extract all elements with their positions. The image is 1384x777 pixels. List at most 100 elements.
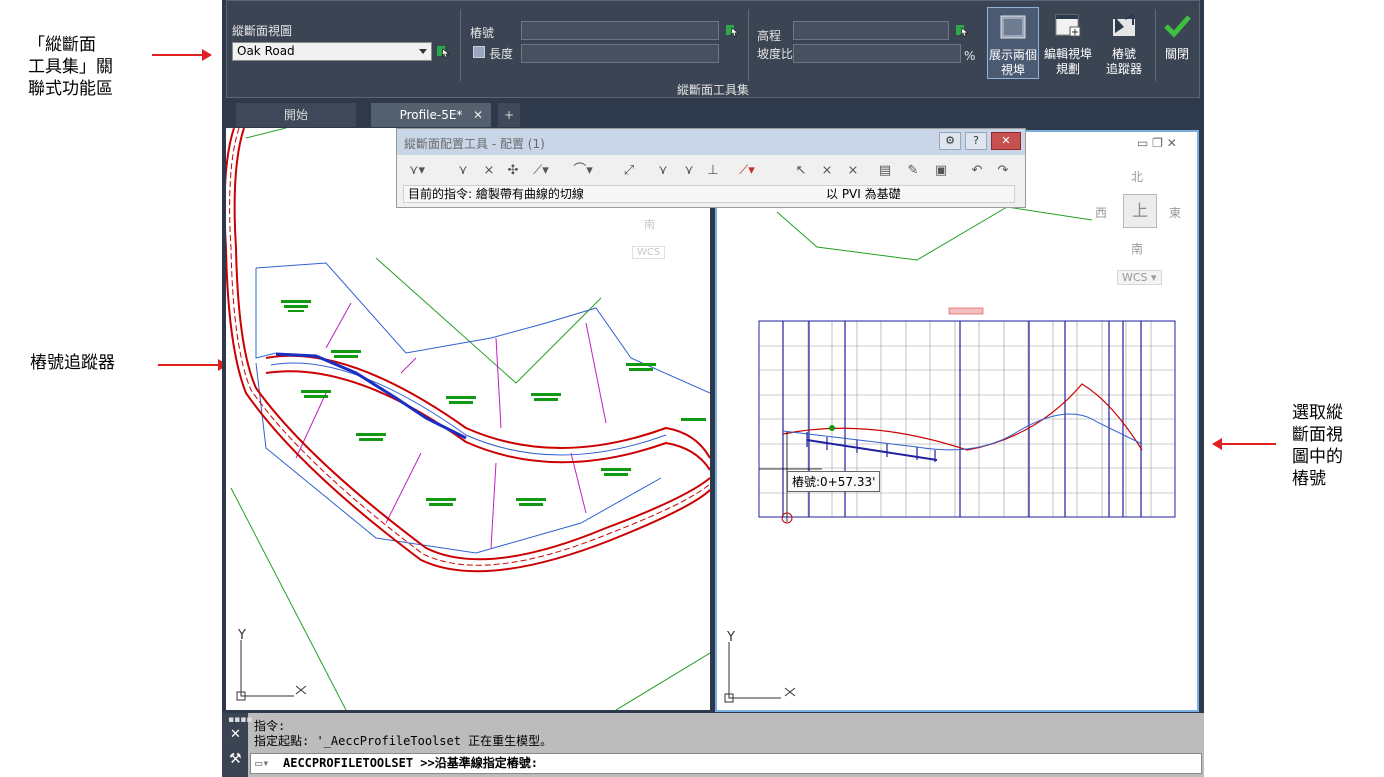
undo-icon[interactable]: ↶	[967, 163, 987, 179]
break-apart-icon[interactable]: ⨯	[843, 163, 863, 179]
current-command-text: 目前的指令: 繪製帶有曲線的切線	[408, 187, 584, 201]
grade-field[interactable]	[793, 44, 961, 63]
station-tracker-icon	[1113, 13, 1135, 36]
pick-profile-view-icon[interactable]	[436, 44, 450, 58]
viewcube-east[interactable]: 東	[1169, 204, 1181, 221]
pick-station-icon[interactable]	[725, 23, 739, 37]
profile-view-label: 縱斷面視圖	[232, 24, 293, 38]
layout-tools-status: 目前的指令: 繪製帶有曲線的切線 以 PVI 為基礎	[403, 185, 1015, 203]
station-tracker-button[interactable]: 樁號 追蹤器	[1098, 7, 1150, 79]
close-command-line-icon[interactable]: ✕	[230, 727, 241, 742]
chevron-down-icon	[419, 49, 427, 54]
grade-label: 坡度比	[757, 47, 794, 61]
edit-viewport-icon	[1055, 14, 1081, 37]
command-prompt-text: AECCPROFILETOOLSET >>沿基準線指定樁號:	[283, 756, 538, 770]
edit-viewport-button[interactable]: 編輯視埠 規劃	[1042, 7, 1094, 79]
close-toolset-button[interactable]: 關閉	[1155, 7, 1199, 79]
select-pvi-icon[interactable]: ↖	[791, 163, 811, 179]
insert-pvi-icon[interactable]: ⋎	[453, 163, 473, 179]
profile-layout-parameters-icon[interactable]: ▣	[931, 163, 951, 179]
profile-grid-view-icon[interactable]: ▤	[875, 163, 895, 179]
station-tracker-callout: 樁號追蹤器	[30, 353, 115, 373]
station-field[interactable]	[521, 21, 719, 40]
layout-tools-settings-icon[interactable]: ⚙	[939, 132, 961, 150]
viewport-controls: ▭ ❐ ✕	[1137, 136, 1177, 150]
raise-lower-pvis-icon[interactable]: ⊥	[703, 163, 723, 179]
tab-start[interactable]: 開始	[236, 103, 356, 127]
minimize-viewport-icon[interactable]: ▭	[1137, 136, 1148, 150]
help-icon[interactable]: ?	[965, 132, 987, 150]
plan-wcs-text: WCS	[637, 247, 661, 258]
plan-viewport[interactable]: Y 南 WCS	[226, 128, 710, 710]
viewcube-top-face[interactable]: 上	[1123, 194, 1157, 228]
edit-viewport-label: 編輯視埠 規劃	[1043, 47, 1092, 76]
wcs-menu[interactable]: WCS ▾	[1117, 270, 1162, 285]
profile-view-dropdown[interactable]: Oak Road	[232, 42, 432, 61]
station-tracker-callout-arrow	[158, 359, 228, 371]
file-tab-bar: 開始 Profile-5E* ✕ +	[222, 103, 1204, 127]
viewcube-west[interactable]: 西	[1095, 204, 1107, 221]
ribbon-callout-arrow	[152, 49, 212, 61]
tab-profile-5e[interactable]: Profile-5E* ✕	[371, 103, 491, 127]
pvi-grid-view-icon[interactable]: ✎	[903, 163, 923, 179]
profile-viewport[interactable]: Y 北 西 上 東 南 WCS ▾ ▭ ❐ ✕	[715, 130, 1199, 712]
elevation-field[interactable]	[793, 21, 949, 40]
pick-elevation-icon[interactable]	[955, 23, 969, 37]
plan-ucs-y-label: Y	[237, 628, 246, 643]
move-pvi-icon[interactable]: ✣	[503, 163, 523, 179]
viewcube-south[interactable]: 南	[1131, 240, 1143, 257]
profile-toolset-ribbon: 縱斷面視圖 Oak Road 樁號 長度 高程 坡度比 % 展示兩個 視埠 編輯…	[226, 0, 1200, 98]
elevation-label: 高程	[757, 29, 782, 43]
command-history-line: 指定起點: '_AeccProfileToolset 正在重生模型。	[254, 734, 553, 748]
station-tracker-label: 樁號 追蹤器	[1105, 47, 1142, 76]
show-two-viewports-button[interactable]: 展示兩個 視埠	[987, 7, 1039, 79]
close-viewport-icon[interactable]: ✕	[1167, 136, 1177, 150]
autocad-window: 縱斷面視圖 Oak Road 樁號 長度 高程 坡度比 % 展示兩個 視埠 編輯…	[222, 0, 1204, 777]
command-history-line: 指令:	[254, 719, 286, 733]
layout-tools-titlebar[interactable]: 縱斷面配置工具 - 配置 (1) ⚙ ? ✕	[397, 129, 1025, 155]
ribbon-separator	[748, 9, 749, 81]
command-input[interactable]: ▭▾ AECCPROFILETOOLSET >>沿基準線指定樁號:	[250, 753, 1202, 774]
new-tab-button[interactable]: +	[498, 103, 520, 127]
close-tab-icon[interactable]: ✕	[473, 103, 483, 127]
curve-tools-icon[interactable]: ⌒▾	[573, 163, 593, 179]
show-two-viewports-label: 展示兩個 視埠	[988, 48, 1037, 77]
redo-icon[interactable]: ↷	[993, 163, 1013, 179]
length-field[interactable]	[521, 44, 719, 63]
plan-south-label: 南	[644, 218, 655, 231]
profile-view-value: Oak Road	[237, 44, 295, 58]
two-viewports-icon	[1000, 15, 1026, 39]
delete-pvis-icon[interactable]: ⋎	[679, 163, 699, 179]
grade-tools-icon[interactable]: ⟋▾	[737, 163, 757, 179]
ribbon-callout: 「縱斷面 工具集」關 聯式功能區	[28, 35, 113, 99]
viewcube-north[interactable]: 北	[1131, 168, 1143, 185]
command-line-area: ▪▪▪▪ ✕ ⚒ 指令: 指定起點: '_AeccProfileToolset …	[222, 713, 1204, 777]
convert-icon[interactable]: ⤢	[619, 163, 639, 179]
viewcube-top-label: 上	[1131, 201, 1148, 220]
restore-viewport-icon[interactable]: ❐	[1152, 136, 1163, 150]
command-prompt-icon[interactable]: ▭▾	[255, 754, 269, 773]
command-line-sidebar: ▪▪▪▪ ✕ ⚒	[222, 713, 252, 777]
length-checkbox[interactable]	[473, 46, 485, 58]
plan-wcs-label: WCS	[632, 246, 666, 259]
profile-layout-tools: 縱斷面配置工具 - 配置 (1) ⚙ ? ✕ ⋎▾ ⋎ ⨯ ✣ ⟋▾ ⌒▾ ⤢ …	[396, 128, 1026, 208]
select-station-callout-arrow	[1212, 438, 1276, 450]
profile-ucs-y-label: Y	[726, 630, 735, 645]
viewcube[interactable]: 北 西 上 東 南 WCS ▾	[1089, 162, 1189, 285]
tab-profile-5e-label: Profile-5E*	[399, 108, 463, 122]
customize-wrench-icon[interactable]: ⚒	[229, 751, 242, 767]
wcs-label: WCS	[1122, 271, 1148, 284]
draw-tangents-icon[interactable]: ⋎▾	[407, 163, 427, 179]
close-icon[interactable]: ✕	[991, 132, 1021, 150]
ribbon-panel-title: 縱斷面工具集	[676, 83, 749, 97]
insert-pvis-tabular-icon[interactable]: ⋎	[653, 163, 673, 179]
delete-pvi-icon[interactable]: ⨯	[479, 163, 499, 179]
layout-tools-title: 縱斷面配置工具 - 配置 (1)	[404, 137, 545, 151]
tangent-tools-icon[interactable]: ⟋▾	[531, 163, 551, 179]
delete-entity-icon[interactable]: ⨯	[817, 163, 837, 179]
percent-label: %	[964, 49, 976, 63]
grip-icon[interactable]: ▪▪▪▪	[228, 715, 252, 725]
mode-text: 以 PVI 為基礎	[826, 187, 901, 201]
select-station-callout: 選取縱 斷面視 圖中的 樁號	[1292, 403, 1343, 489]
station-tooltip: 樁號:0+57.33'	[787, 471, 881, 492]
